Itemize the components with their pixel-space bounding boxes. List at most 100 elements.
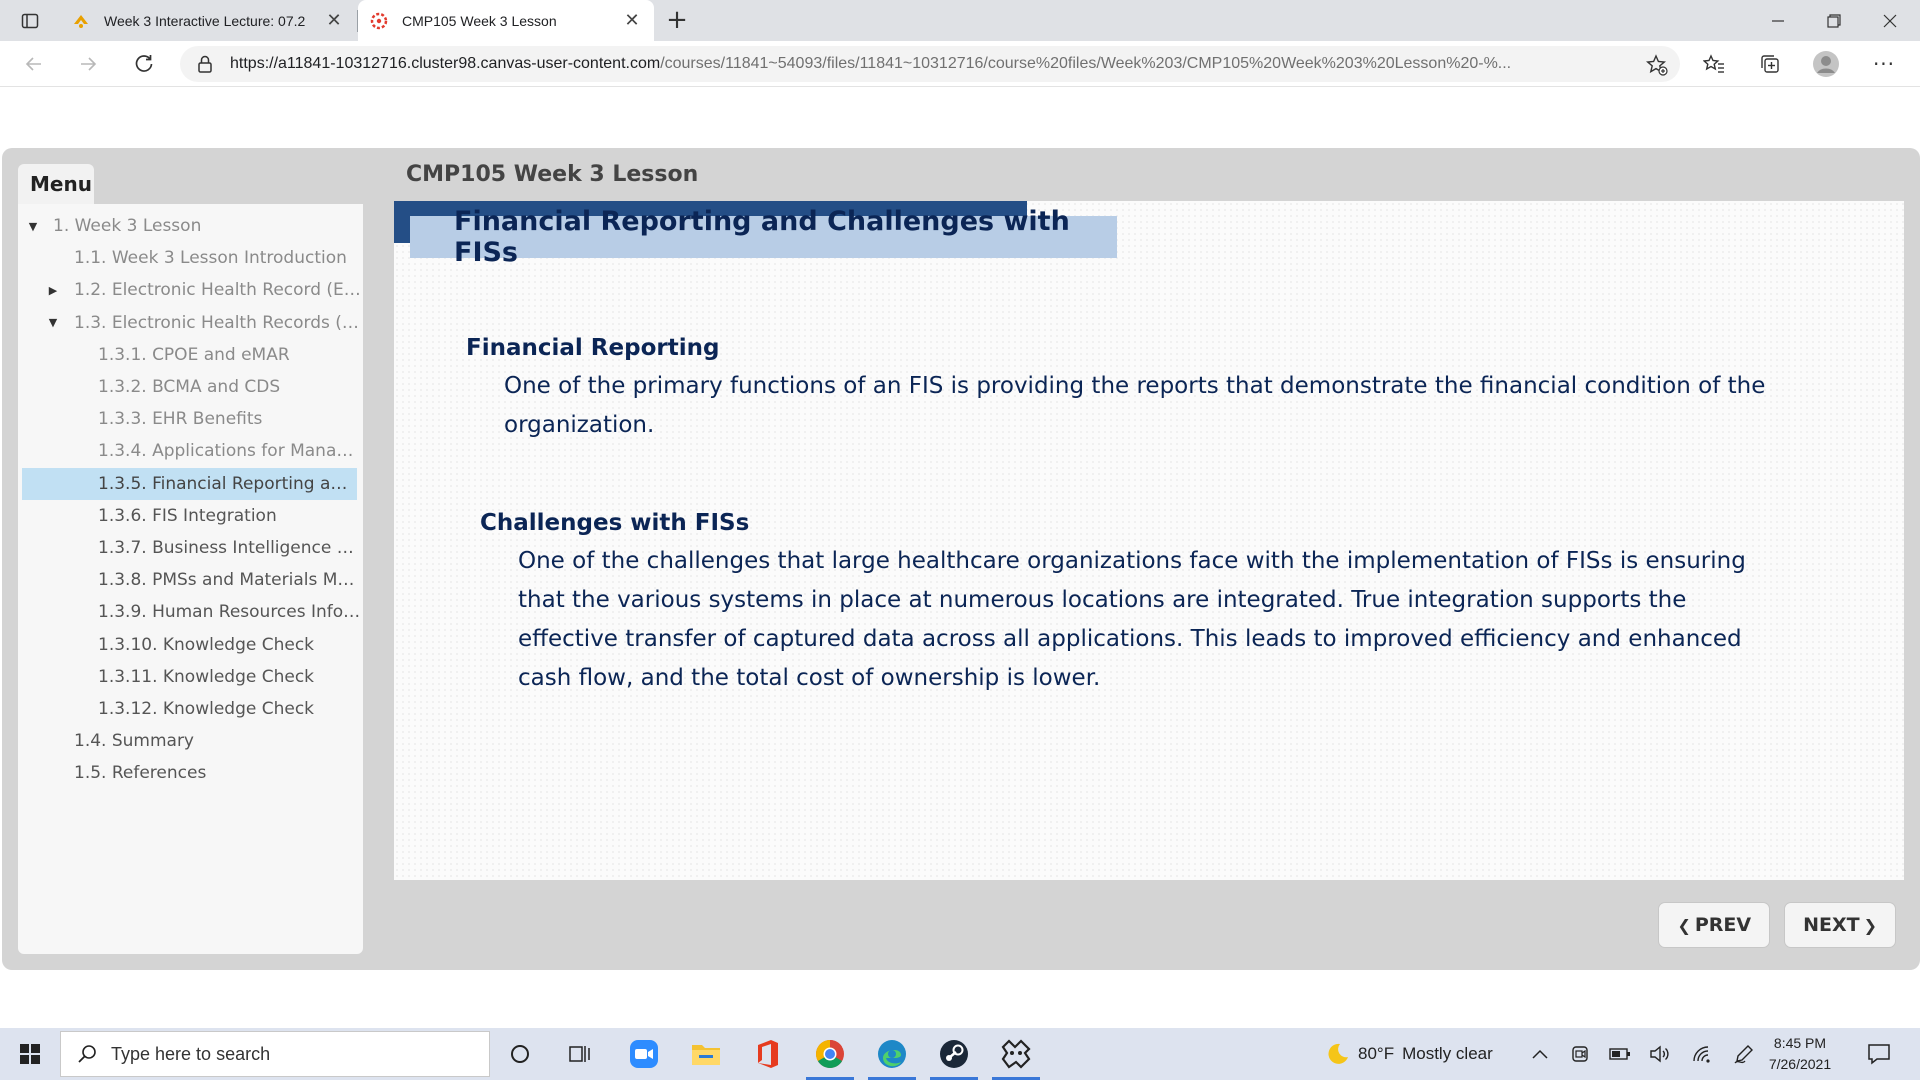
lecture-favicon-icon: [74, 14, 88, 28]
meet-now-button[interactable]: [1568, 1042, 1592, 1066]
edge-icon: [878, 1040, 906, 1068]
minimize-icon: [1771, 19, 1784, 22]
menu-item-knowledge-check-10[interactable]: 1.3.10. Knowledge Check: [18, 628, 363, 660]
restore-button[interactable]: [1806, 0, 1861, 41]
chrome-icon: [816, 1040, 844, 1068]
refresh-button[interactable]: [128, 48, 160, 80]
close-window-button[interactable]: [1862, 0, 1917, 41]
favorites-button[interactable]: [1696, 48, 1732, 80]
zoom-icon: [630, 1040, 658, 1068]
menu-item-financial-reporting[interactable]: 1.3.5. Financial Reporting and ...: [22, 467, 357, 500]
address-bar[interactable]: https://a11841-10312716.cluster98.canvas…: [180, 46, 1680, 82]
slide-title: Financial Reporting and Challenges with …: [410, 206, 1117, 268]
menu-item-summary[interactable]: 1.4. Summary: [18, 725, 363, 757]
menu-item-business-intelligence[interactable]: 1.3.7. Business Intelligence Sy...: [18, 532, 363, 564]
caret-right-icon[interactable]: ▶: [46, 284, 60, 297]
browser-tab-bar: Week 3 Interactive Lecture: 07.2 ✕ CMP10…: [0, 0, 1920, 41]
avatar-icon: [1813, 51, 1839, 77]
wifi-icon: [1693, 1046, 1710, 1063]
collections-button[interactable]: [1752, 48, 1788, 80]
slide: Financial Reporting and Challenges with …: [394, 201, 1904, 880]
chevron-left-icon: ❮: [1677, 915, 1691, 935]
page-content: Menu ▼ 1. Week 3 Lesson 1.1. Week 3 Less…: [0, 88, 1920, 1028]
battery-button[interactable]: [1608, 1042, 1632, 1066]
menu-item-introduction[interactable]: 1.1. Week 3 Lesson Introduction: [18, 242, 363, 274]
network-button[interactable]: [1690, 1042, 1714, 1066]
tab-actions-button[interactable]: [0, 0, 60, 41]
menu-item-label: 1.3.6. FIS Integration: [98, 505, 277, 526]
search-placeholder: Type here to search: [111, 1043, 271, 1064]
volume-button[interactable]: [1648, 1042, 1672, 1066]
slide-navigation: ❮ PREV NEXT ❯: [1658, 902, 1896, 948]
zoom-app-button[interactable]: [616, 1028, 672, 1080]
tab-week3-lecture[interactable]: Week 3 Interactive Lecture: 07.2 ✕: [60, 0, 356, 41]
menu-item-references[interactable]: 1.5. References: [18, 757, 363, 789]
menu-item-label: 1. Week 3 Lesson: [53, 216, 202, 237]
add-favorite-icon[interactable]: [1646, 54, 1668, 76]
minimize-button[interactable]: [1750, 0, 1805, 41]
menu-item-knowledge-check-11[interactable]: 1.3.11. Knowledge Check: [18, 661, 363, 693]
browser-toolbar: https://a11841-10312716.cluster98.canvas…: [0, 41, 1920, 87]
menu-item-label: 1.2. Electronic Health Record (EH...: [74, 280, 363, 301]
office-app-button[interactable]: [740, 1028, 796, 1080]
menu-item-bcma[interactable]: 1.3.2. BCMA and CDS: [18, 371, 363, 403]
refresh-icon: [135, 55, 153, 72]
menu-item-fis-integration[interactable]: 1.3.6. FIS Integration: [18, 500, 363, 532]
settings-more-button[interactable]: ···: [1866, 48, 1902, 80]
next-button[interactable]: NEXT ❯: [1784, 902, 1896, 948]
section-heading-challenges: Challenges with FISs: [480, 510, 750, 536]
start-button[interactable]: [0, 1028, 60, 1080]
close-tab-icon[interactable]: ✕: [622, 10, 642, 31]
menu-item-knowledge-check-12[interactable]: 1.3.12. Knowledge Check: [18, 693, 363, 725]
taskbar-search-box[interactable]: Type here to search: [60, 1031, 490, 1077]
folder-icon: [692, 1045, 720, 1065]
show-hidden-icons-button[interactable]: [1528, 1042, 1552, 1066]
menu-item-cpoe[interactable]: 1.3.1. CPOE and eMAR: [18, 339, 363, 371]
url-host: https://a11841-10312716.cluster98.canvas…: [230, 55, 661, 72]
menu-item-label: 1.4. Summary: [74, 731, 194, 752]
tab-cmp105-lesson[interactable]: CMP105 Week 3 Lesson ✕: [358, 0, 654, 41]
menu-item-pmss[interactable]: 1.3.8. PMSs and Materials Ma...: [18, 564, 363, 596]
pen-workspace-button[interactable]: [1732, 1042, 1756, 1066]
notification-icon: [1868, 1044, 1890, 1065]
file-explorer-button[interactable]: [678, 1028, 734, 1080]
menu-tab[interactable]: Menu: [18, 164, 94, 204]
prev-button[interactable]: ❮ PREV: [1658, 902, 1771, 948]
menu-item-label: 1.3.10. Knowledge Check: [98, 634, 315, 655]
sidebar: Menu ▼ 1. Week 3 Lesson 1.1. Week 3 Less…: [18, 164, 363, 954]
collections-icon: [1761, 55, 1779, 73]
menu-item-ehr-benefits[interactable]: 1.3.3. EHR Benefits: [18, 403, 363, 435]
profile-button[interactable]: [1808, 48, 1844, 80]
menu-item-ehr[interactable]: ▶ 1.2. Electronic Health Record (EH...: [18, 274, 363, 306]
menu-item-applications[interactable]: 1.3.4. Applications for Managi...: [18, 435, 363, 467]
menu-item-human-resources[interactable]: 1.3.9. Human Resources Infor...: [18, 596, 363, 628]
menu-item-label: 1.3.11. Knowledge Check: [98, 666, 315, 687]
cortana-button[interactable]: [492, 1028, 548, 1080]
close-tab-icon[interactable]: ✕: [324, 10, 344, 31]
game-app-button[interactable]: [988, 1028, 1044, 1080]
weather-widget[interactable]: 80°F Mostly clear: [1326, 1028, 1493, 1080]
chrome-app-button[interactable]: [802, 1028, 858, 1080]
caret-down-icon[interactable]: ▼: [26, 220, 40, 233]
menu-item-label: 1.5. References: [74, 763, 207, 784]
section-body-challenges: One of the challenges that large healthc…: [518, 548, 1746, 691]
forward-arrow-icon: [81, 57, 97, 71]
search-icon: [78, 1045, 96, 1063]
edge-app-button[interactable]: [864, 1028, 920, 1080]
steam-app-button[interactable]: [926, 1028, 982, 1080]
url-path: /courses/11841~54093/files/11841~1031271…: [660, 55, 1512, 72]
cortana-icon: [511, 1045, 529, 1063]
task-view-button[interactable]: [552, 1028, 608, 1080]
forward-button[interactable]: [72, 48, 104, 80]
game-app-icon: [1001, 1039, 1031, 1069]
menu-item-ehrs[interactable]: ▼ 1.3. Electronic Health Records (E...: [18, 307, 363, 339]
action-center-button[interactable]: [1862, 1040, 1896, 1068]
menu-item-week3-lesson[interactable]: ▼ 1. Week 3 Lesson: [18, 210, 363, 242]
new-tab-button[interactable]: +: [662, 6, 692, 36]
tab-title: CMP105 Week 3 Lesson: [402, 12, 557, 29]
caret-down-icon[interactable]: ▼: [46, 316, 60, 329]
office-icon: [758, 1040, 778, 1068]
task-view-icon: [569, 1046, 590, 1062]
back-button[interactable]: [18, 48, 50, 80]
taskbar-clock[interactable]: 8:45 PM 7/26/2021: [1760, 1033, 1840, 1075]
